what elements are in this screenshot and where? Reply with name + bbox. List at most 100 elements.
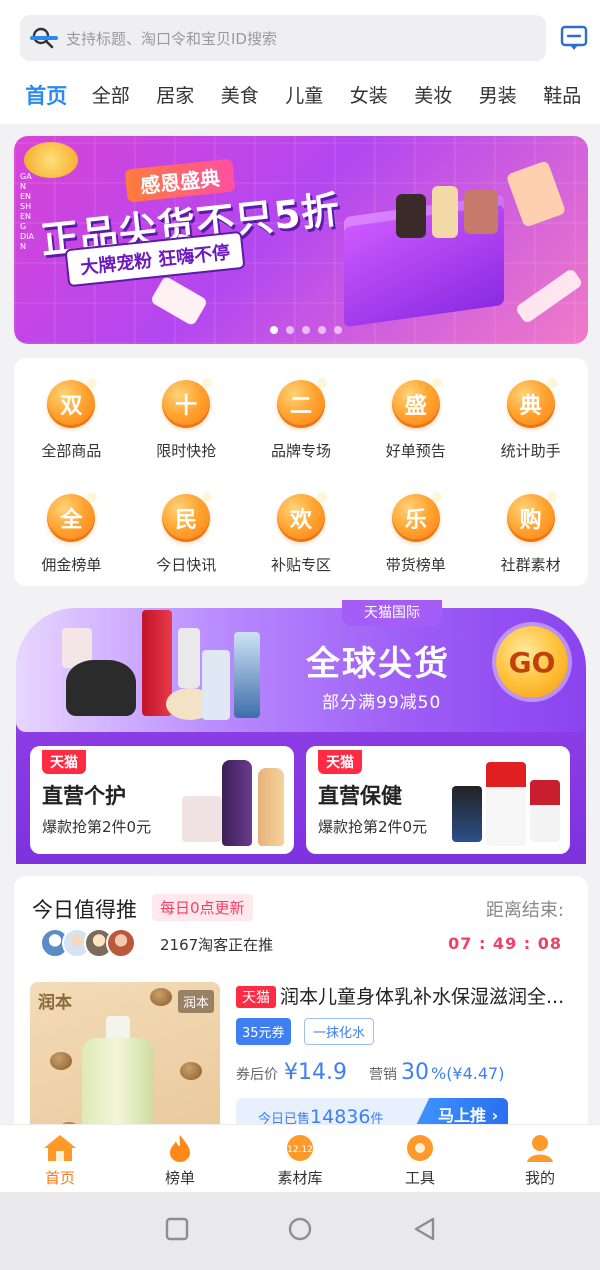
avatar-group — [40, 928, 136, 958]
category-grid: 双 全部商品 十 限时快抢 二 品牌专场 盛 好单预告 典 统计助手 全 佣金榜… — [14, 358, 588, 586]
tab-home[interactable]: 首页 — [14, 78, 79, 122]
product-illustration — [66, 660, 136, 716]
back-triangle-icon[interactable] — [412, 1216, 438, 1242]
product-illustration — [452, 786, 482, 842]
daily-recommend-section: 今日值得推 每日0点更新 距离结束: 2167淘客正在推 07 : 49 : 0… — [14, 876, 588, 1136]
tab-beauty[interactable]: 美妆 — [401, 78, 466, 122]
bean-decoration — [150, 988, 172, 1006]
product-illustration — [258, 768, 284, 846]
product-image[interactable]: 润本 润本 — [30, 982, 220, 1136]
nav-home[interactable]: 首页 — [0, 1125, 120, 1192]
product-illustration — [178, 628, 200, 688]
feature-tag: 一抹化水 — [304, 1018, 375, 1045]
coin-icon: 盛 — [391, 378, 442, 428]
category-brand-zone[interactable]: 二 品牌专场 — [244, 358, 359, 472]
card-title: 直营保健 — [318, 784, 402, 808]
go-button[interactable]: GO — [496, 626, 568, 698]
category-news[interactable]: 民 今日快讯 — [129, 472, 244, 586]
card-subtitle: 爆款抢第2件0元 — [42, 818, 152, 836]
nav-profile[interactable]: 我的 — [480, 1125, 600, 1192]
home-circle-icon[interactable] — [287, 1216, 313, 1242]
product-illustration — [464, 190, 498, 234]
category-label: 补贴专区 — [270, 556, 331, 574]
active-tab-indicator — [30, 36, 58, 40]
section-title: 今日值得推 — [32, 898, 137, 922]
nav-label: 首页 — [44, 1169, 75, 1187]
coin-icon: 乐 — [391, 492, 442, 542]
tab-mens[interactable]: 男装 — [466, 78, 531, 122]
category-label: 带货榜单 — [385, 556, 446, 574]
price-label: 券后价 — [236, 1067, 278, 1083]
category-flash-sale[interactable]: 十 限时快抢 — [129, 358, 244, 472]
bottle-pump — [106, 1016, 130, 1040]
tab-all[interactable]: 全部 — [79, 78, 144, 122]
tmall-global-subtitle: 部分满99减50 — [322, 693, 442, 713]
nav-label: 工具 — [404, 1169, 435, 1187]
category-preview[interactable]: 盛 好单预告 — [358, 358, 473, 472]
pagination-dot[interactable] — [334, 326, 342, 334]
tmall-personal-care-card[interactable]: 天猫 直营个护 爆款抢第2件0元 — [30, 746, 294, 854]
product-title[interactable]: 润本儿童身体乳补水保湿滋润全... — [280, 982, 580, 1009]
tmall-global-title: 全球尖货 — [306, 644, 450, 684]
coin-icon: 民 — [162, 492, 213, 542]
svg-text:12.12: 12.12 — [287, 1145, 313, 1155]
tab-kids[interactable]: 儿童 — [272, 78, 337, 122]
tab-home-living[interactable]: 居家 — [143, 78, 208, 122]
coin-icon: 双 — [47, 378, 98, 428]
category-label: 佣金榜单 — [41, 556, 102, 574]
update-tag: 每日0点更新 — [152, 894, 253, 921]
brand-tag: 润本 — [177, 990, 214, 1013]
card-subtitle: 爆款抢第2件0元 — [318, 818, 428, 836]
category-label: 品牌专场 — [270, 442, 331, 460]
pagination-dot[interactable] — [286, 326, 294, 334]
tmall-health-card[interactable]: 天猫 直营保健 爆款抢第2件0元 — [306, 746, 570, 854]
pagination-dot[interactable] — [270, 326, 278, 334]
nav-label: 榜单 — [164, 1169, 195, 1187]
nav-tools[interactable]: 工具 — [360, 1125, 480, 1192]
promoter-count: 2167淘客正在推 — [160, 936, 274, 954]
price-value: ¥14.9 — [284, 1060, 347, 1085]
product-illustration — [202, 650, 230, 720]
tab-shoes[interactable]: 鞋品 — [530, 78, 595, 122]
nav-label: 素材库 — [277, 1169, 323, 1187]
category-label: 全部商品 — [41, 442, 102, 460]
tmall-badge: 天猫 — [236, 986, 276, 1008]
tmall-badge: 天猫 — [318, 750, 362, 774]
coin-icon: 欢 — [276, 492, 327, 542]
bean-decoration — [50, 1052, 72, 1070]
coin-icon: 典 — [506, 378, 557, 428]
nav-ranking[interactable]: 榜单 — [120, 1125, 240, 1192]
category-community-material[interactable]: 购 社群素材 — [473, 472, 588, 586]
category-label: 限时快抢 — [156, 442, 217, 460]
nav-material-library[interactable]: 12.12 素材库 — [240, 1125, 360, 1192]
pagination-dot[interactable] — [318, 326, 326, 334]
category-sales-rank[interactable]: 乐 带货榜单 — [358, 472, 473, 586]
message-icon[interactable] — [560, 24, 588, 52]
nav-label: 我的 — [524, 1169, 555, 1187]
category-stats-assistant[interactable]: 典 统计助手 — [473, 358, 588, 472]
brand-logo-text: 润本 — [38, 993, 72, 1013]
countdown-timer: 07 : 49 : 08 — [448, 934, 562, 953]
user-icon — [527, 1135, 553, 1162]
recent-apps-icon[interactable] — [164, 1216, 190, 1242]
category-commission-rank[interactable]: 全 佣金榜单 — [14, 472, 129, 586]
category-label: 今日快讯 — [156, 556, 217, 574]
product-illustration — [234, 632, 260, 718]
home-icon — [44, 1135, 76, 1161]
pagination-dot[interactable] — [302, 326, 310, 334]
category-subsidy[interactable]: 欢 补贴专区 — [244, 472, 359, 586]
category-all-products[interactable]: 双 全部商品 — [14, 358, 129, 472]
search-bar[interactable]: 支持标题、淘口令和宝贝ID搜索 — [20, 15, 546, 61]
flame-icon — [170, 1135, 190, 1162]
price-row: 券后价 ¥14.9 营销 30 %(¥4.47) — [236, 1060, 504, 1085]
product-illustration — [530, 780, 560, 842]
header: 支持标题、淘口令和宝贝ID搜索 首页 全部 居家 美食 儿童 女装 美妆 男装 … — [0, 0, 600, 124]
category-tabs: 首页 全部 居家 美食 儿童 女装 美妆 男装 鞋品 — [0, 78, 600, 122]
tmall-international-section: 天猫国际 全球尖货 部分满99减50 GO 天猫 直营个护 爆款抢第2件0元 天… — [16, 600, 586, 864]
coupon-badge: 35元券 — [236, 1018, 291, 1045]
banner-vertical-text: GAN EN SHENG DIAN — [20, 172, 34, 251]
tab-food[interactable]: 美食 — [208, 78, 273, 122]
coin-illustration — [24, 142, 78, 178]
tab-womens[interactable]: 女装 — [337, 78, 402, 122]
product-illustration — [432, 186, 458, 238]
